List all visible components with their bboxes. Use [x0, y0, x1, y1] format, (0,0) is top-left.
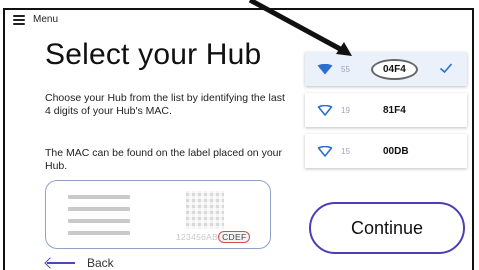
annotation-arrow	[248, 0, 352, 56]
arrow-shaft	[248, 0, 344, 53]
